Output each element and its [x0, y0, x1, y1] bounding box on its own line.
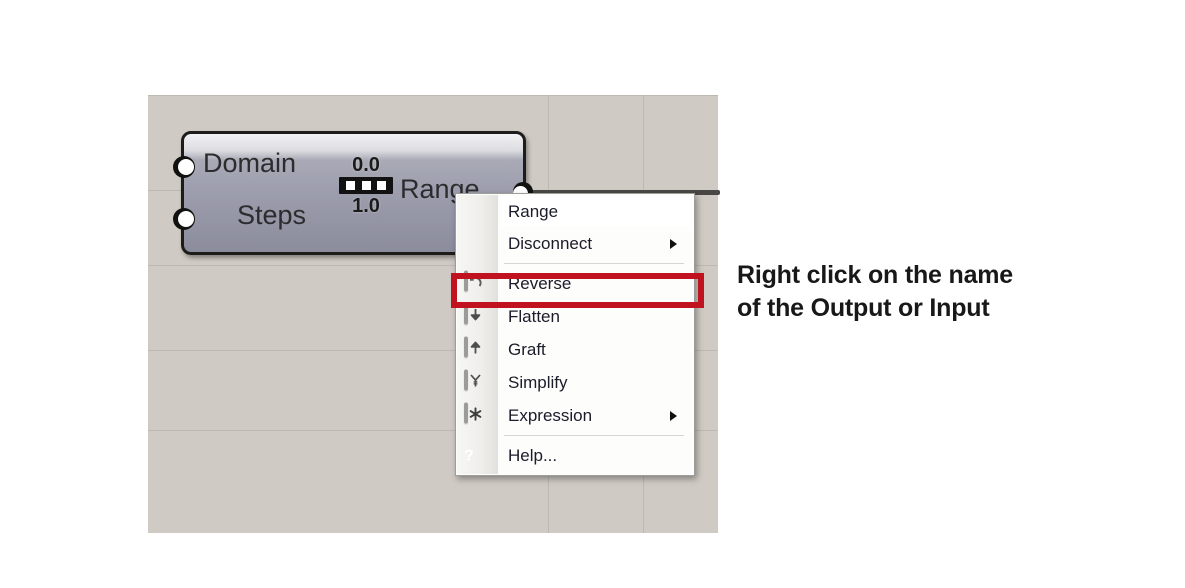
menu-item-label: Graft [508, 339, 546, 359]
help-icon: ? [464, 447, 474, 464]
menu-item-reverse[interactable]: Reverse [456, 267, 694, 300]
context-menu[interactable]: Range Disconnect Reverse Flatten Graft S… [455, 193, 695, 476]
menu-item-graft[interactable]: Graft [456, 333, 694, 366]
input-label-domain[interactable]: Domain [203, 148, 296, 179]
menu-header-label: Range [508, 202, 559, 221]
simplify-icon [464, 369, 487, 394]
menu-item-help[interactable]: ? Help... [456, 439, 694, 472]
menu-item-disconnect[interactable]: Disconnect [456, 227, 694, 260]
input-port-domain[interactable] [173, 156, 195, 178]
input-label-steps[interactable]: Steps [237, 200, 306, 231]
reverse-icon [464, 270, 487, 295]
annotation-line-1: Right click on the name [737, 261, 1014, 289]
menu-item-label: Expression [508, 405, 593, 425]
chevron-right-icon [670, 238, 677, 249]
menu-item-expression[interactable]: Expression [456, 399, 694, 432]
range-icon-bottom-value: 1.0 [352, 195, 380, 217]
menu-separator [504, 263, 684, 264]
annotation-text: Right click on the name of the Output or… [737, 259, 1067, 325]
menu-item-flatten[interactable]: Flatten [456, 300, 694, 333]
menu-header-range[interactable]: Range [501, 197, 690, 227]
range-icon: 0.0 1.0 [336, 154, 396, 230]
chevron-right-icon [670, 410, 677, 421]
expression-icon [464, 402, 487, 427]
menu-item-label: Simplify [508, 372, 568, 392]
menu-item-label: Flatten [508, 306, 560, 326]
range-icon-top-value: 0.0 [352, 154, 380, 176]
annotation-line-2: of the Output or Input [737, 294, 990, 322]
menu-item-label: Reverse [508, 273, 572, 293]
grid-line-horizontal [148, 95, 718, 96]
menu-item-label: Help... [508, 445, 558, 465]
menu-separator [504, 435, 684, 436]
graft-icon [464, 336, 487, 361]
menu-item-label: Disconnect [508, 233, 593, 253]
flatten-icon [464, 303, 487, 328]
input-port-steps[interactable] [173, 208, 195, 230]
range-icon-bar [339, 177, 393, 194]
menu-item-simplify[interactable]: Simplify [456, 366, 694, 399]
